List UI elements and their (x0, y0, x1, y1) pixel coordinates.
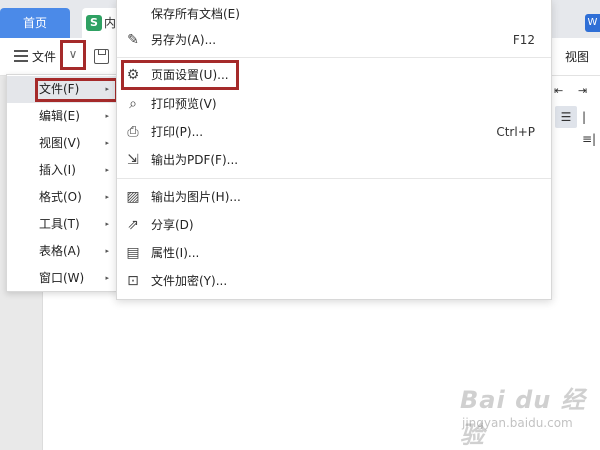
save-all-icon (125, 6, 141, 22)
watermark-logo: Bai du 经验 (460, 386, 586, 449)
menu-item-label: 插入(I) (39, 163, 76, 177)
justify-icon[interactable]: ☰ (555, 106, 577, 128)
submenu-item-label: 另存为(A)... (151, 33, 217, 47)
highlight-box (35, 78, 118, 102)
menu-item-file[interactable]: 文件(F) ▸ (7, 76, 118, 103)
submenu-arrow-icon: ▸ (105, 247, 109, 255)
submenu-item-share[interactable]: ⇗ 分享(D) (117, 211, 551, 239)
submenu-item-label: 输出为PDF(F)... (151, 153, 239, 167)
menu-item-window[interactable]: 窗口(W) ▸ (7, 265, 117, 292)
menu-item-label: 窗口(W) (39, 271, 85, 285)
image-export-icon: ▨ (126, 189, 140, 205)
menu-item-tools[interactable]: 工具(T) ▸ (7, 211, 117, 238)
submenu-item-export-pdf[interactable]: ⇲ 输出为PDF(F)... (117, 146, 551, 174)
submenu-item-encrypt[interactable]: ⊡ 文件加密(Y)... (117, 267, 551, 295)
menu-item-format[interactable]: 格式(O) ▸ (7, 184, 117, 211)
submenu-item-label: 分享(D) (151, 218, 194, 232)
menu-separator (117, 57, 551, 58)
submenu-item-label: 保存所有文档(E) (151, 7, 240, 21)
submenu-item-label: 文件加密(Y)... (151, 274, 228, 288)
save-as-icon: ✎ (127, 32, 139, 48)
writer-icon[interactable]: W (585, 14, 600, 32)
watermark: Bai du 经验 jingyan.baidu.com (460, 380, 600, 449)
shortcut-label: F12 (512, 33, 535, 47)
file-submenu: 保存所有文档(E) ✎ 另存为(A)... F12 ⚙ 页面设置(U)... ⌕… (116, 0, 552, 300)
tab-home[interactable]: 首页 (0, 8, 70, 38)
submenu-item-print-preview[interactable]: ⌕ 打印预览(V) (117, 90, 551, 118)
submenu-item-label: 属性(I)... (151, 246, 200, 260)
share-icon: ⇗ (127, 217, 139, 233)
properties-icon: ▤ (126, 245, 140, 261)
decrease-indent-icon[interactable]: ⇤ (554, 84, 563, 97)
submenu-item-label: 打印(P)... (151, 125, 204, 139)
indent-controls: ⇤ ⇥ (552, 84, 600, 98)
tab-document-label: 内 (104, 16, 117, 30)
menu-item-label: 格式(O) (39, 190, 82, 204)
chevron-down-icon: ∨ (68, 47, 78, 61)
hamburger-icon[interactable] (14, 50, 28, 62)
submenu-arrow-icon: ▸ (105, 139, 109, 147)
submenu-item-label: 打印预览(V) (151, 97, 217, 111)
menu-item-label: 工具(T) (39, 217, 80, 231)
pdf-export-icon: ⇲ (127, 152, 139, 168)
align-controls: ☰ |≡| (552, 106, 600, 146)
submenu-item-save-all[interactable]: 保存所有文档(E) (117, 0, 551, 28)
watermark-url: jingyan.baidu.com (462, 416, 573, 430)
submenu-arrow-icon: ▸ (105, 193, 109, 201)
distribute-icon[interactable]: |≡| (582, 106, 600, 150)
file-dropdown-button[interactable]: ∨ (60, 40, 86, 70)
spreadsheet-icon: S (86, 15, 102, 31)
submenu-item-print[interactable]: ⎙ 打印(P)... Ctrl+P (117, 118, 551, 146)
menu-item-insert[interactable]: 插入(I) ▸ (7, 157, 117, 184)
menu-item-table[interactable]: 表格(A) ▸ (7, 238, 117, 265)
menu-item-label: 表格(A) (39, 244, 81, 258)
increase-indent-icon[interactable]: ⇥ (578, 84, 587, 97)
submenu-arrow-icon: ▸ (105, 220, 109, 228)
shortcut-label: Ctrl+P (496, 125, 535, 139)
printer-icon: ⎙ (127, 124, 139, 140)
encrypt-icon: ⊡ (127, 273, 139, 289)
submenu-arrow-icon: ▸ (105, 274, 109, 282)
submenu-item-save-as[interactable]: ✎ 另存为(A)... F12 (117, 26, 551, 54)
tab-view[interactable]: 视图 (565, 48, 589, 66)
submenu-item-label: 输出为图片(H)... (151, 190, 241, 204)
file-menu-label[interactable]: 文件 (32, 48, 56, 66)
menu-item-label: 编辑(E) (39, 109, 80, 123)
menu-separator (117, 178, 551, 179)
submenu-item-export-image[interactable]: ▨ 输出为图片(H)... (117, 183, 551, 211)
submenu-arrow-icon: ▸ (105, 166, 109, 174)
highlight-box (121, 60, 239, 90)
submenu-arrow-icon: ▸ (105, 112, 109, 120)
menu-item-edit[interactable]: 编辑(E) ▸ (7, 103, 117, 130)
menu-item-view[interactable]: 视图(V) ▸ (7, 130, 117, 157)
print-preview-icon: ⌕ (129, 96, 137, 112)
save-icon[interactable] (94, 49, 109, 64)
menu-item-label: 视图(V) (39, 136, 81, 150)
submenu-item-properties[interactable]: ▤ 属性(I)... (117, 239, 551, 267)
main-menu: 文件(F) ▸ 编辑(E) ▸ 视图(V) ▸ 插入(I) ▸ 格式(O) ▸ … (6, 74, 118, 292)
